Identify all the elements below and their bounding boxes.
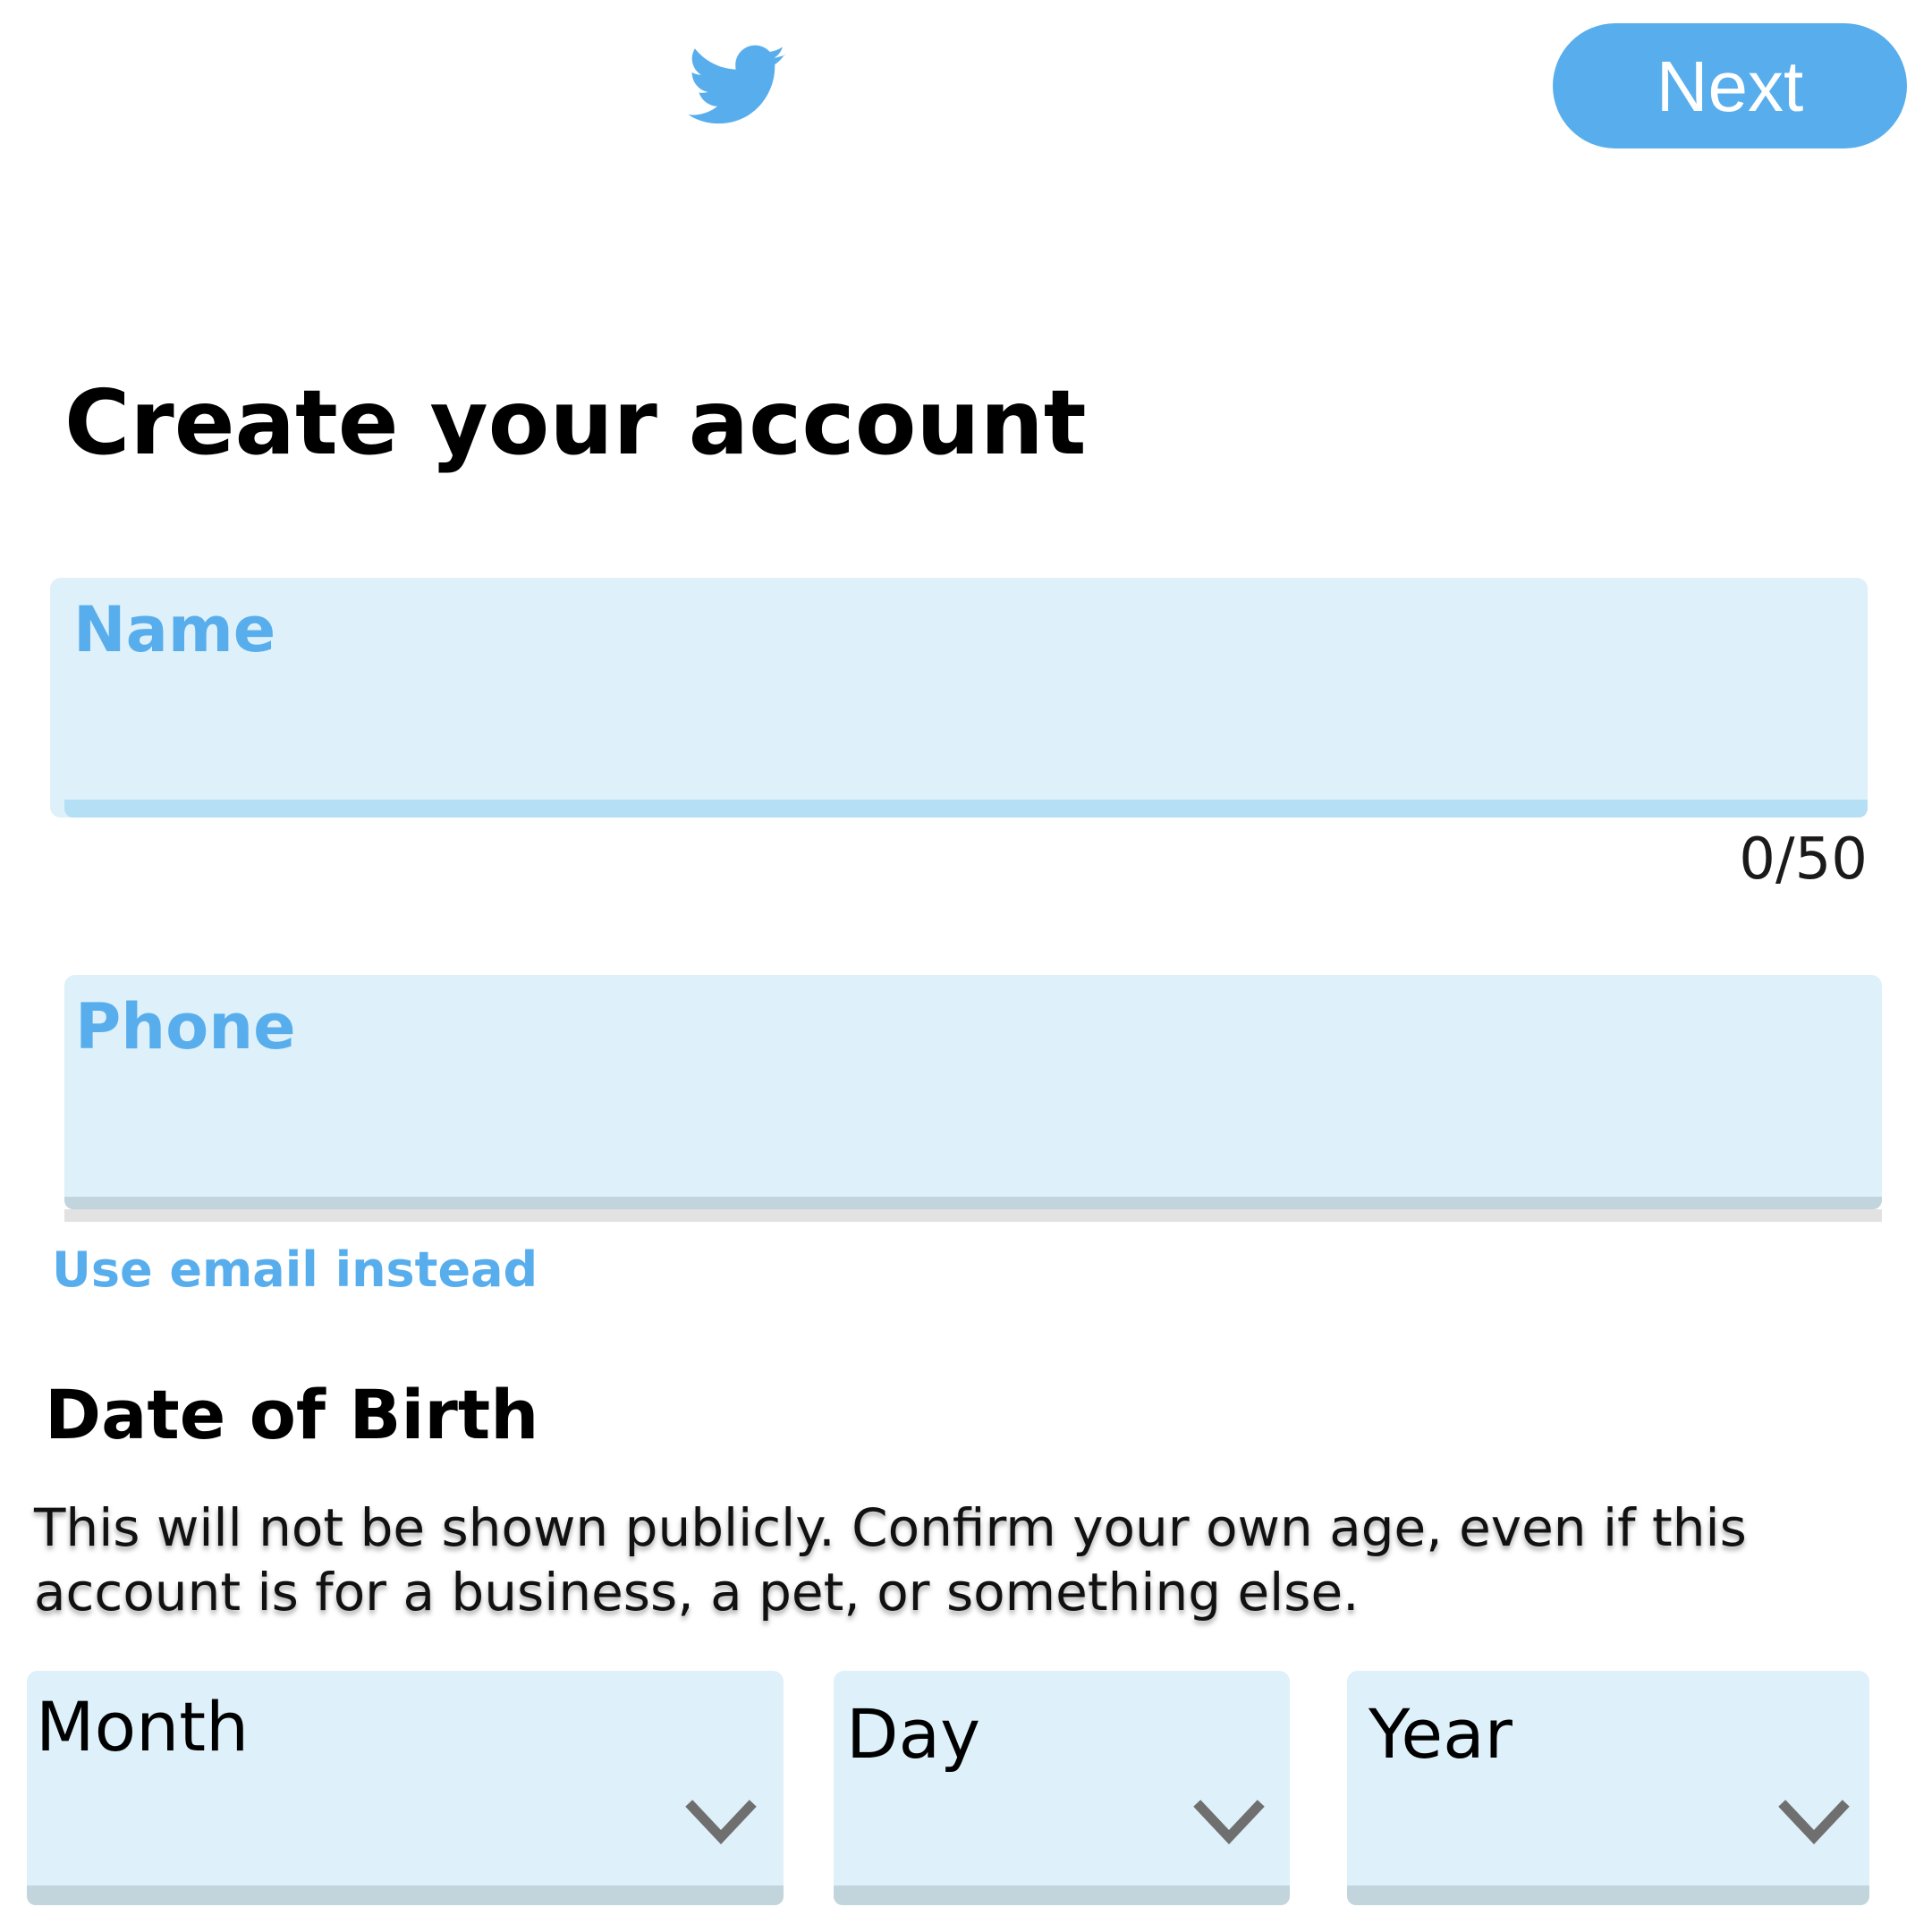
chevron-down-icon [1778,1800,1850,1845]
date-of-birth-title: Date of Birth [45,1375,539,1454]
chevron-down-icon [685,1800,757,1845]
twitter-bird-icon [689,45,786,124]
use-email-instead-link[interactable]: Use email instead [52,1238,538,1302]
day-select[interactable]: Day [834,1671,1290,1905]
name-field-label: Name [73,593,276,666]
name-field[interactable]: Name [50,578,1868,818]
phone-field-label: Phone [75,990,296,1063]
year-select-underline [1347,1885,1869,1905]
phone-field-shadow [64,1209,1882,1222]
phone-field-underline [64,1197,1882,1209]
name-field-underline [64,800,1868,818]
day-select-label: Day [846,1694,981,1774]
next-button[interactable]: Next [1553,23,1907,148]
month-select-underline [27,1885,784,1905]
signup-page: Next Create your account Name 0/50 Phone… [0,0,1932,1932]
month-select-label: Month [36,1687,250,1767]
phone-field[interactable]: Phone [64,975,1882,1209]
page-title: Create your account [64,370,1087,475]
name-char-counter: 0/50 [1739,826,1868,893]
day-select-underline [834,1885,1290,1905]
chevron-down-icon [1193,1800,1265,1845]
year-select[interactable]: Year [1347,1671,1869,1905]
month-select[interactable]: Month [27,1671,784,1905]
date-of-birth-helper-text: This will not be shown publicly. Confirm… [34,1497,1747,1623]
year-select-label: Year [1368,1694,1513,1774]
